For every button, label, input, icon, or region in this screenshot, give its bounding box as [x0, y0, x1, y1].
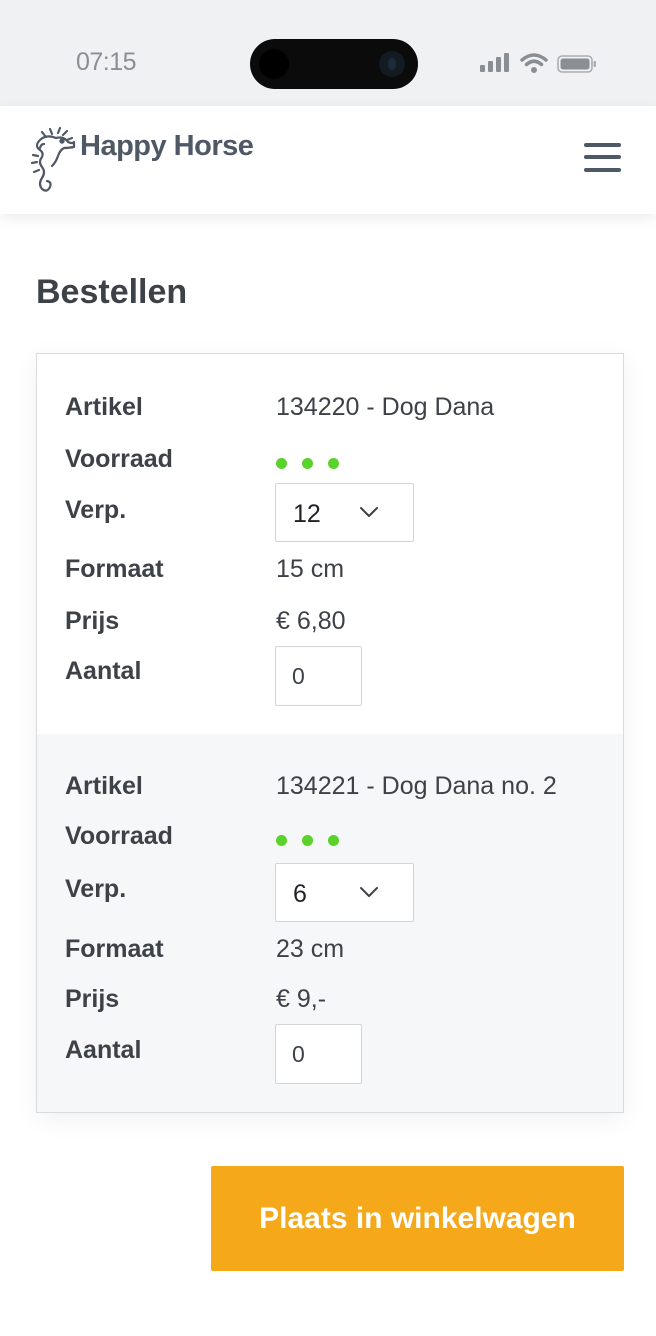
stock-label: Voorraad	[65, 822, 173, 850]
article-label: Artikel	[65, 393, 143, 421]
quantity-input[interactable]	[275, 646, 362, 706]
hamburger-icon[interactable]	[584, 143, 622, 173]
price-label: Prijs	[65, 985, 120, 1013]
brand-name[interactable]: Happy Horse	[80, 130, 254, 163]
add-to-cart-button[interactable]: Plaats in winkelwagen	[211, 1166, 624, 1271]
status-time: 07:15	[76, 48, 137, 76]
packaging-label: Verp.	[65, 496, 127, 524]
packaging-label: Verp.	[65, 875, 127, 903]
price-value: € 6,80	[276, 607, 346, 635]
price-value: € 9,-	[276, 985, 327, 1013]
stock-dot-icon	[276, 458, 287, 469]
front-camera-icon	[259, 49, 289, 79]
status-bar: 07:15	[0, 0, 656, 106]
product-row: Artikel 134220 - Dog Dana Voorraad Verp.…	[37, 354, 623, 734]
article-value: 134220 - Dog Dana	[276, 393, 495, 421]
quantity-input[interactable]	[275, 1024, 362, 1084]
article-label: Artikel	[65, 772, 143, 800]
size-value: 23 cm	[276, 935, 345, 963]
battery-icon	[557, 55, 596, 73]
packaging-select[interactable]: 6	[275, 863, 414, 922]
packaging-value: 12	[293, 500, 321, 528]
packaging-select[interactable]: 12	[275, 483, 414, 542]
stock-indicator	[276, 456, 354, 474]
packaging-value: 6	[293, 880, 307, 908]
sensor-icon	[379, 51, 405, 77]
page-title: Bestellen	[36, 273, 188, 311]
size-label: Formaat	[65, 555, 164, 583]
stock-dot-icon	[328, 458, 339, 469]
wifi-icon	[520, 53, 548, 73]
stock-label: Voorraad	[65, 445, 173, 473]
size-value: 15 cm	[276, 555, 345, 583]
seahorse-icon[interactable]	[30, 126, 78, 196]
chevron-down-icon	[360, 507, 378, 517]
dynamic-island	[250, 39, 418, 89]
price-label: Prijs	[65, 607, 120, 635]
quantity-label: Aantal	[65, 657, 142, 685]
chevron-down-icon	[360, 887, 378, 897]
order-card: Artikel 134220 - Dog Dana Voorraad Verp.…	[36, 353, 624, 1113]
stock-dot-icon	[302, 835, 313, 846]
stock-dot-icon	[276, 835, 287, 846]
size-label: Formaat	[65, 935, 164, 963]
quantity-label: Aantal	[65, 1036, 142, 1064]
product-row: Artikel 134221 - Dog Dana no. 2 Voorraad…	[37, 734, 623, 1112]
article-value: 134221 - Dog Dana no. 2	[276, 772, 557, 800]
stock-dot-icon	[302, 458, 313, 469]
stock-dot-icon	[328, 835, 339, 846]
stock-indicator	[276, 833, 354, 851]
